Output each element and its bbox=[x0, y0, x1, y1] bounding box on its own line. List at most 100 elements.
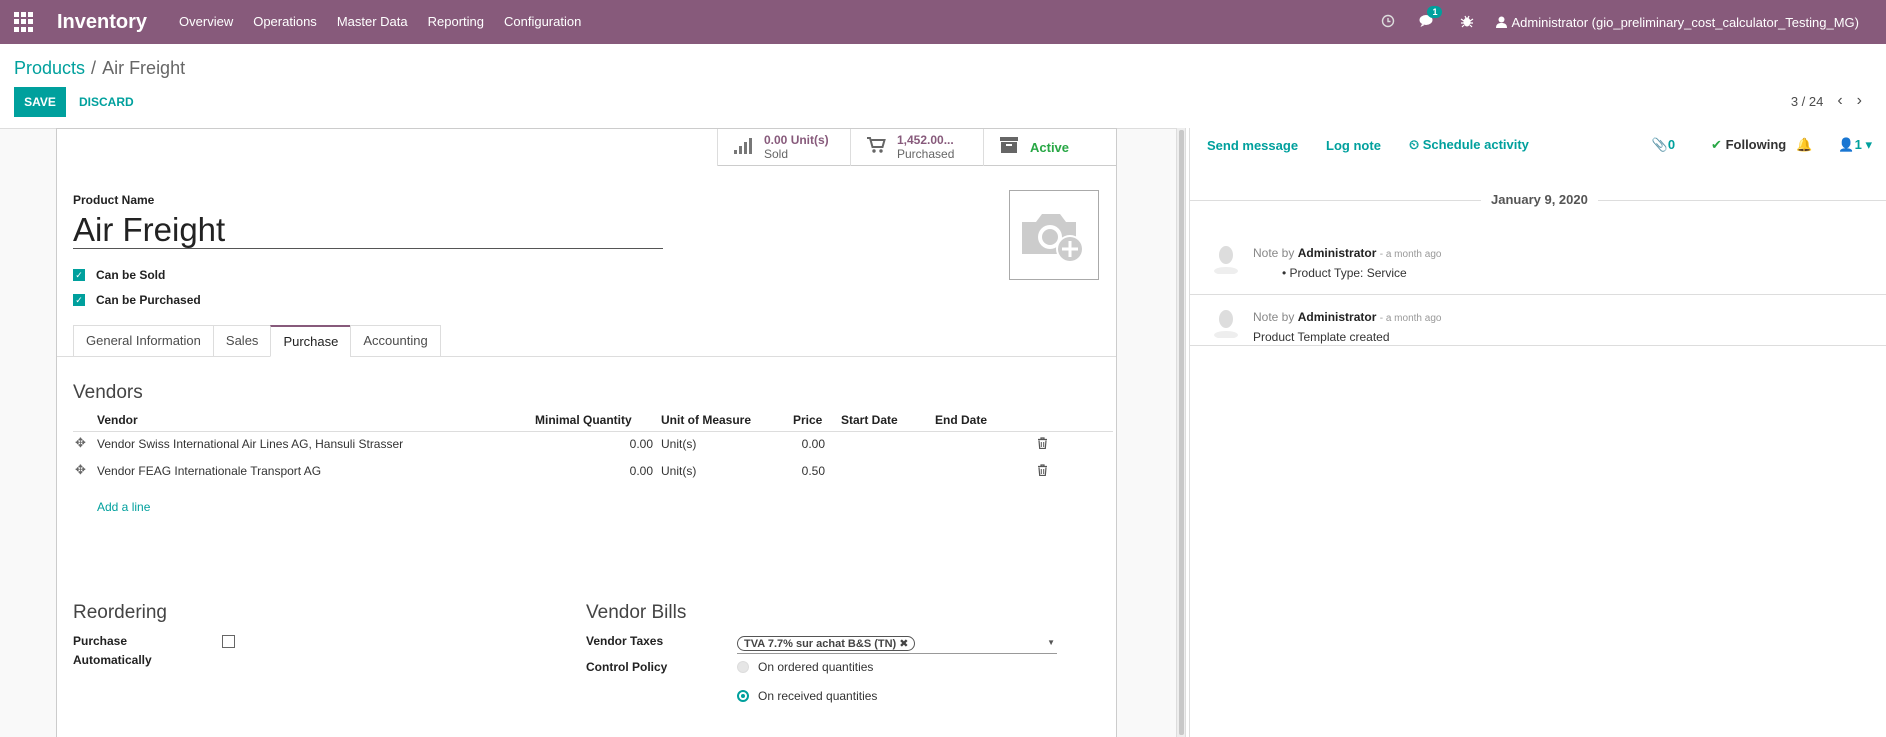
caret-down-icon: ▾ bbox=[1865, 137, 1872, 152]
avatar bbox=[1214, 246, 1238, 274]
radio-ordered-label: On ordered quantities bbox=[758, 660, 874, 674]
dropdown-caret-icon[interactable]: ▼ bbox=[1047, 638, 1055, 647]
header-minimal-quantity[interactable]: Minimal Quantity bbox=[535, 413, 632, 427]
chatter-message: Note by Administrator - a month ago • Pr… bbox=[1190, 236, 1886, 288]
breadcrumb-separator: / bbox=[91, 58, 97, 78]
menu-overview[interactable]: Overview bbox=[169, 0, 243, 44]
message-body: Product Template created bbox=[1253, 330, 1390, 344]
app-name[interactable]: Inventory bbox=[57, 11, 147, 34]
scrollbar-thumb[interactable] bbox=[1179, 130, 1184, 735]
sold-label: Sold bbox=[764, 146, 789, 161]
vendor-taxes-input[interactable]: TVA 7.7% sur achat B&S (TN) ✖ ▼ bbox=[737, 634, 1057, 654]
header-vendor[interactable]: Vendor bbox=[97, 413, 138, 427]
drag-handle-icon[interactable]: ✥ bbox=[75, 435, 86, 451]
attachments-count: 0 bbox=[1667, 137, 1676, 152]
row-uom: Unit(s) bbox=[661, 437, 697, 451]
followers-button[interactable]: 👤1 ▾ bbox=[1838, 137, 1872, 153]
sold-value: 0.00 Unit(s) bbox=[764, 132, 829, 147]
tab-sales[interactable]: Sales bbox=[212, 325, 271, 357]
purchase-automatically-label-line1: Purchase bbox=[73, 634, 128, 648]
tax-tag: TVA 7.7% sur achat B&S (TN) ✖ bbox=[737, 636, 916, 651]
notification-bell-icon[interactable]: 🔔 bbox=[1796, 137, 1812, 153]
tab-accounting[interactable]: Accounting bbox=[350, 325, 441, 357]
message-body: • Product Type: Service bbox=[1282, 266, 1407, 280]
user-menu[interactable]: Administrator (gio_preliminary_cost_calc… bbox=[1496, 15, 1859, 30]
following-button[interactable]: ✔ Following bbox=[1711, 137, 1786, 153]
header-start-date[interactable]: Start Date bbox=[841, 413, 898, 427]
tag-remove-icon[interactable]: ✖ bbox=[899, 638, 908, 650]
user-icon bbox=[1496, 16, 1508, 28]
radio-ordered-quantities[interactable]: On ordered quantities bbox=[737, 660, 873, 674]
row-min-qty: 0.00 bbox=[629, 437, 653, 451]
send-message-button[interactable]: Send message bbox=[1207, 138, 1298, 153]
sold-smart-button[interactable]: 0.00 Unit(s) Sold bbox=[717, 129, 850, 166]
tab-purchase[interactable]: Purchase bbox=[270, 325, 351, 357]
message-prefix: Note by bbox=[1253, 246, 1295, 260]
tab-general-information[interactable]: General Information bbox=[73, 325, 213, 357]
schedule-activity-button[interactable]: ⏲ Schedule activity bbox=[1409, 137, 1529, 153]
menu-operations[interactable]: Operations bbox=[243, 0, 327, 44]
row-price: 0.00 bbox=[801, 437, 825, 451]
radio-ordered-button[interactable] bbox=[737, 661, 749, 673]
table-row[interactable]: ✥ Vendor FEAG Internationale Transport A… bbox=[73, 459, 1113, 486]
systray: 1 Administrator (gio_preliminary_cost_ca… bbox=[1369, 0, 1886, 44]
message-header: Note by Administrator - a month ago bbox=[1253, 310, 1441, 324]
menu-master-data[interactable]: Master Data bbox=[327, 0, 418, 44]
smart-button-box: 0.00 Unit(s) Sold 1,452.00... Purchased … bbox=[717, 129, 1116, 166]
form-tabs: General Information Sales Purchase Accou… bbox=[73, 325, 441, 357]
drag-handle-icon[interactable]: ✥ bbox=[75, 462, 86, 478]
menu-configuration[interactable]: Configuration bbox=[494, 0, 591, 44]
message-prefix: Note by bbox=[1253, 310, 1295, 324]
clock-icon: ⏲ bbox=[1408, 137, 1420, 152]
row-min-qty: 0.00 bbox=[629, 464, 653, 478]
pager-next-icon[interactable]: › bbox=[1857, 92, 1862, 110]
purchased-label: Purchased bbox=[897, 146, 955, 161]
attachments-button[interactable]: 📎0 bbox=[1652, 137, 1675, 153]
header-price[interactable]: Price bbox=[793, 413, 822, 427]
header-unit-of-measure[interactable]: Unit of Measure bbox=[661, 413, 751, 427]
table-row[interactable]: ✥ Vendor Swiss International Air Lines A… bbox=[73, 432, 1113, 459]
row-price: 0.50 bbox=[801, 464, 825, 478]
user-name: Administrator (gio_preliminary_cost_calc… bbox=[1511, 14, 1859, 30]
delete-row-trash-icon[interactable] bbox=[1037, 464, 1048, 479]
add-a-line-link[interactable]: Add a line bbox=[97, 500, 150, 514]
debug-bug-icon[interactable] bbox=[1460, 14, 1474, 31]
form-scrollbar[interactable] bbox=[1176, 128, 1186, 737]
radio-received-quantities[interactable]: On received quantities bbox=[737, 689, 877, 703]
save-button[interactable]: SAVE bbox=[14, 87, 66, 117]
purchased-smart-button[interactable]: 1,452.00... Purchased bbox=[850, 129, 983, 166]
messaging-icon[interactable]: 1 bbox=[1419, 5, 1443, 31]
pager-previous-icon[interactable]: ‹ bbox=[1837, 92, 1842, 110]
product-name-input[interactable]: Air Freight bbox=[73, 211, 663, 249]
row-vendor: Vendor Swiss International Air Lines AG,… bbox=[97, 437, 404, 451]
pager: 3 / 24 ‹ › bbox=[1791, 92, 1862, 110]
purchase-automatically-checkbox[interactable] bbox=[222, 635, 235, 648]
reordering-section-title: Reordering bbox=[73, 602, 167, 623]
form-sheet: 0.00 Unit(s) Sold 1,452.00... Purchased … bbox=[56, 128, 1117, 737]
message-body-text: Product Type: Service bbox=[1289, 266, 1407, 280]
message-author[interactable]: Administrator bbox=[1298, 310, 1377, 324]
activity-clock-icon[interactable] bbox=[1381, 14, 1395, 31]
delete-row-trash-icon[interactable] bbox=[1037, 437, 1048, 452]
can-be-sold-label: Can be Sold bbox=[96, 268, 166, 282]
can-be-purchased-checkbox[interactable]: ✓ bbox=[73, 294, 85, 306]
can-be-purchased-row: ✓ Can be Purchased bbox=[73, 293, 201, 307]
followers-count: 1 bbox=[1854, 137, 1862, 152]
discard-button[interactable]: DISCARD bbox=[79, 87, 134, 117]
pager-value[interactable]: 3 / 24 bbox=[1791, 94, 1824, 109]
breadcrumb-products[interactable]: Products bbox=[14, 58, 85, 78]
message-author[interactable]: Administrator bbox=[1298, 246, 1377, 260]
log-note-button[interactable]: Log note bbox=[1326, 138, 1381, 153]
active-toggle-button[interactable]: Active bbox=[983, 129, 1116, 166]
header-end-date[interactable]: End Date bbox=[935, 413, 987, 427]
can-be-purchased-label: Can be Purchased bbox=[96, 293, 201, 307]
purchased-value: 1,452.00... bbox=[897, 132, 954, 147]
apps-menu-icon[interactable] bbox=[14, 12, 34, 32]
breadcrumb-current: Air Freight bbox=[102, 58, 186, 78]
radio-received-button[interactable] bbox=[737, 690, 749, 702]
product-image-upload[interactable] bbox=[1009, 190, 1099, 280]
menu-reporting[interactable]: Reporting bbox=[418, 0, 494, 44]
paperclip-icon: 📎 bbox=[1651, 137, 1668, 152]
can-be-sold-checkbox[interactable]: ✓ bbox=[73, 269, 85, 281]
row-uom: Unit(s) bbox=[661, 464, 697, 478]
